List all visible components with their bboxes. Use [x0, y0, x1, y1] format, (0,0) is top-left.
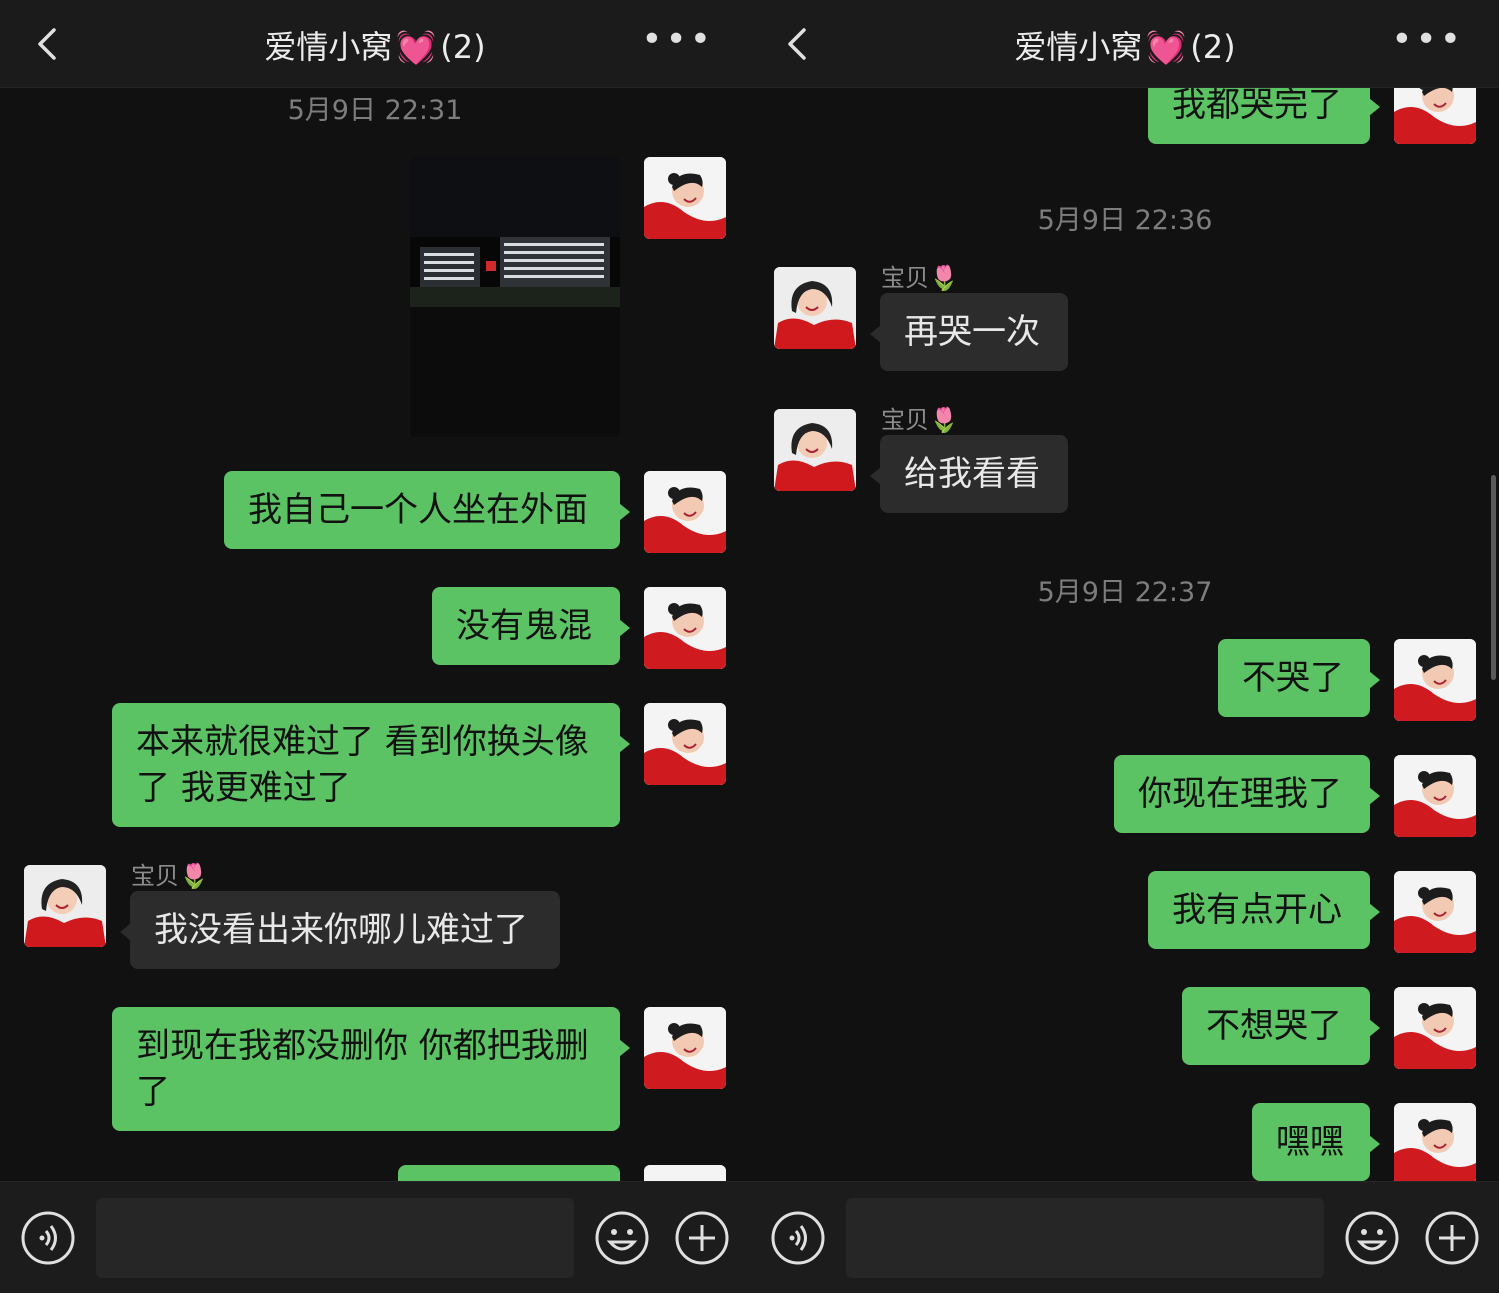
night-building-photo	[410, 157, 620, 437]
heart-emoji-icon: 💓	[396, 28, 437, 66]
message-bubble-out[interactable]: 嘿嘿	[1252, 1103, 1380, 1181]
message-list[interactable]: 5月9日 22:31 我自己一个人坐在外面 没有鬼混 本来就很难过了 看到你换头…	[0, 88, 750, 1181]
my-avatar[interactable]	[644, 1007, 726, 1089]
contact-avatar[interactable]	[24, 865, 106, 947]
photo-message[interactable]	[410, 157, 620, 437]
message-bubble-out[interactable]: 我自己一个人坐在外面	[224, 471, 630, 549]
scrollbar[interactable]	[1491, 475, 1496, 680]
my-avatar[interactable]	[1394, 755, 1476, 837]
message-bubble-in[interactable]: 再哭一次	[870, 293, 1068, 371]
sender-name: 宝贝🌷	[881, 264, 959, 292]
message-bubble-out[interactable]: 我有点开心	[1148, 871, 1380, 949]
message-input[interactable]	[96, 1198, 574, 1278]
chat-title: 爱情小窝 💓 (2)	[0, 22, 750, 68]
chat-panel-right: 爱情小窝 💓 (2) ••• 我都哭完了 5月9日 22:36 宝贝🌷 再哭一次 宝…	[750, 0, 1499, 1293]
emoji-icon[interactable]	[1344, 1210, 1400, 1266]
member-count: (2)	[1190, 28, 1236, 66]
input-bar	[0, 1181, 750, 1293]
message-bubble-out[interactable]: 我都哭完了	[1148, 88, 1380, 144]
voice-icon[interactable]	[20, 1210, 76, 1266]
chat-title: 爱情小窝 💓 (2)	[750, 22, 1499, 68]
plus-icon[interactable]	[674, 1210, 730, 1266]
input-bar	[750, 1181, 1499, 1293]
timestamp: 5月9日 22:37	[1037, 577, 1213, 608]
chat-title-text: 爱情小窝	[1014, 28, 1143, 66]
my-avatar[interactable]	[1394, 987, 1476, 1069]
voice-icon[interactable]	[770, 1210, 826, 1266]
message-bubble-in[interactable]: 给我看看	[870, 435, 1068, 513]
my-avatar[interactable]	[1394, 871, 1476, 953]
contact-avatar[interactable]	[774, 267, 856, 349]
chat-panel-left: 爱情小窝 💓 (2) ••• 5月9日 22:31 我自己一个人坐在外面 没有鬼…	[0, 0, 750, 1293]
my-avatar[interactable]	[644, 1165, 726, 1181]
contact-avatar[interactable]	[774, 409, 856, 491]
message-bubble-out[interactable]: 没有鬼混	[432, 587, 630, 665]
chat-header: 爱情小窝 💓 (2) •••	[750, 0, 1499, 88]
message-bubble-out-partial[interactable]	[398, 1165, 620, 1181]
message-bubble-out[interactable]: 到现在我都没删你 你都把我删了	[112, 1007, 630, 1131]
my-avatar[interactable]	[644, 587, 726, 669]
message-bubble-out[interactable]: 不想哭了	[1182, 987, 1380, 1065]
message-bubble-out[interactable]: 你现在理我了	[1114, 755, 1380, 833]
more-dots-icon[interactable]: •••	[641, 22, 714, 58]
message-bubble-out[interactable]: 不哭了	[1218, 639, 1380, 717]
my-avatar[interactable]	[644, 157, 726, 239]
my-avatar[interactable]	[1394, 1103, 1476, 1181]
message-list[interactable]: 我都哭完了 5月9日 22:36 宝贝🌷 再哭一次 宝贝🌷 给我看看 5月9日 …	[750, 88, 1499, 1181]
heart-emoji-icon: 💓	[1146, 28, 1187, 66]
emoji-icon[interactable]	[594, 1210, 650, 1266]
my-avatar[interactable]	[644, 703, 726, 785]
chat-title-text: 爱情小窝	[264, 28, 393, 66]
sender-name: 宝贝🌷	[131, 862, 209, 890]
my-avatar[interactable]	[1394, 88, 1476, 144]
chat-header: 爱情小窝 💓 (2) •••	[0, 0, 750, 88]
plus-icon[interactable]	[1424, 1210, 1480, 1266]
message-input[interactable]	[846, 1198, 1324, 1278]
more-dots-icon[interactable]: •••	[1391, 22, 1464, 58]
timestamp: 5月9日 22:31	[287, 95, 463, 126]
timestamp: 5月9日 22:36	[1037, 205, 1213, 236]
member-count: (2)	[440, 28, 486, 66]
sender-name: 宝贝🌷	[881, 406, 959, 434]
my-avatar[interactable]	[644, 471, 726, 553]
message-bubble-in[interactable]: 我没看出来你哪儿难过了	[120, 891, 560, 969]
my-avatar[interactable]	[1394, 639, 1476, 721]
message-bubble-out[interactable]: 本来就很难过了 看到你换头像了 我更难过了	[112, 703, 630, 827]
